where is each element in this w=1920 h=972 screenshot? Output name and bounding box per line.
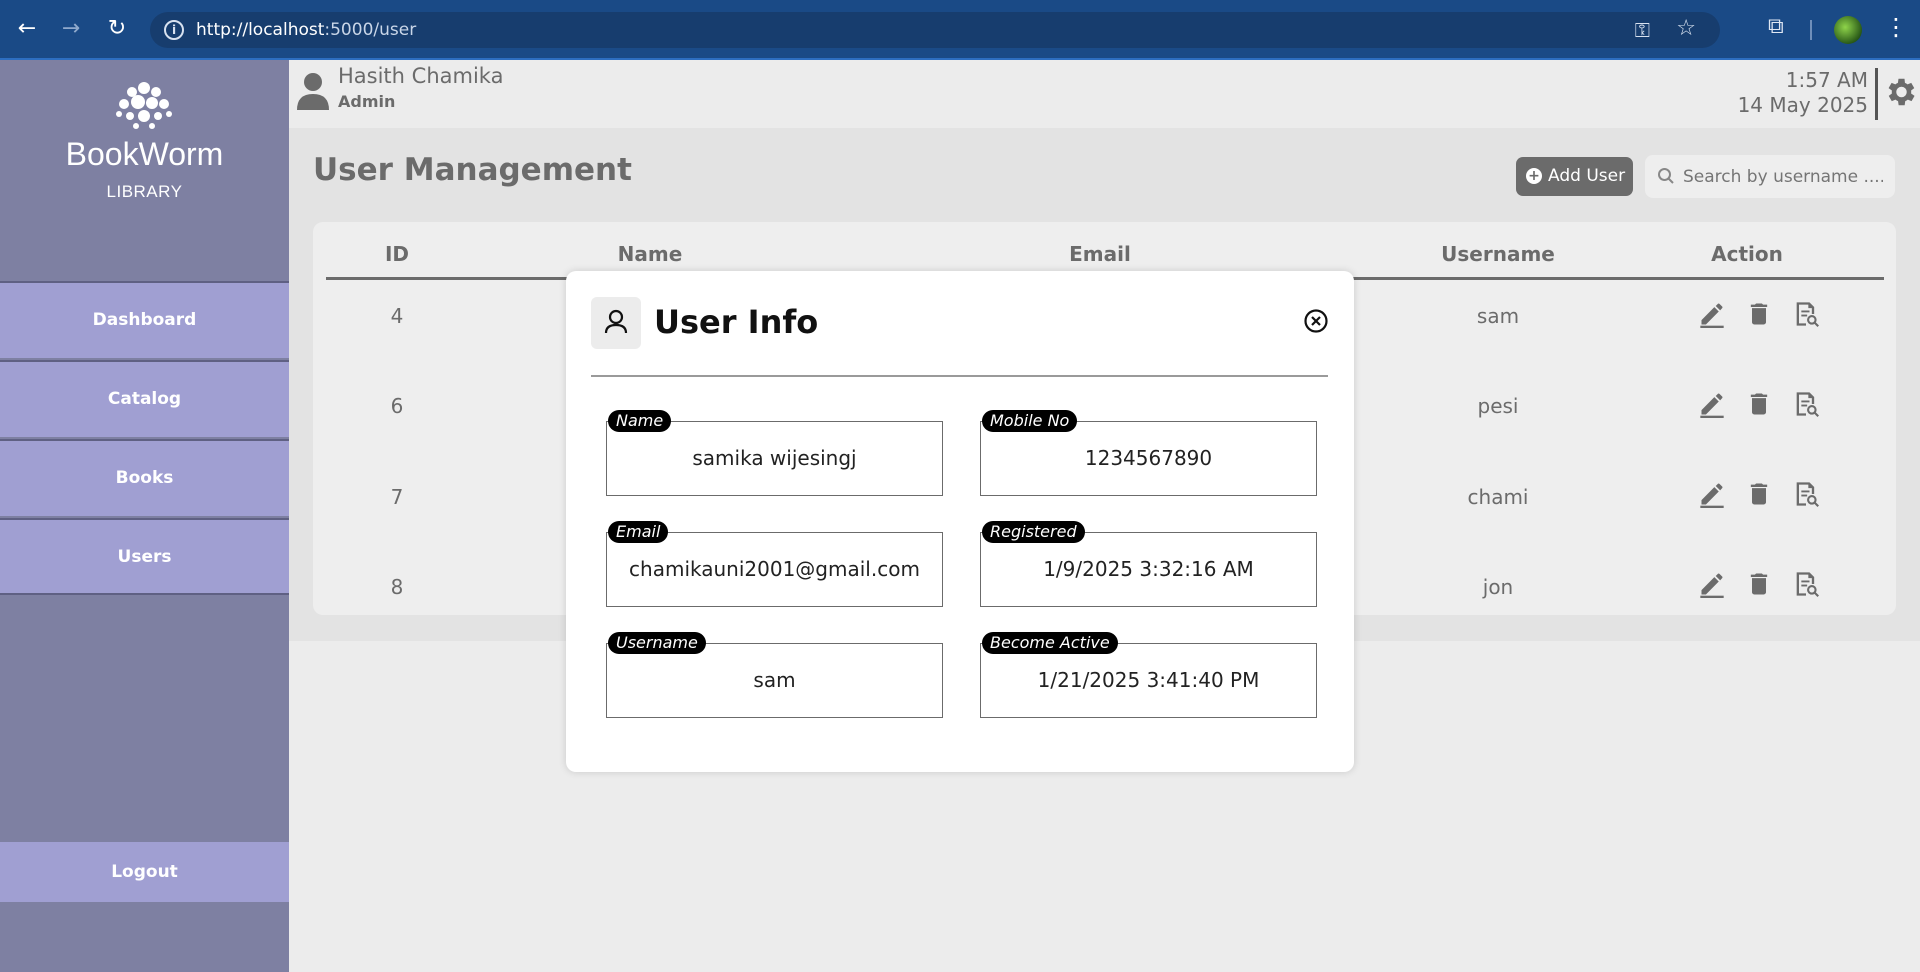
sidebar-item-books[interactable]: Books xyxy=(0,439,289,516)
table-cell-username: jon xyxy=(1482,575,1514,599)
delete-icon[interactable] xyxy=(1745,390,1773,418)
registered-field: Registered 1/9/2025 3:32:16 AM xyxy=(980,521,1317,607)
search-box[interactable] xyxy=(1645,155,1895,198)
email-field: Email chamikauni2001@gmail.com xyxy=(606,521,943,607)
add-user-button[interactable]: + Add User xyxy=(1516,157,1633,196)
brand-subtitle: LIBRARY xyxy=(106,182,183,201)
sidebar-item-users[interactable]: Users xyxy=(0,518,289,595)
current-time: 1:57 AM xyxy=(1785,68,1868,92)
table-cell-username: pesi xyxy=(1477,394,1519,418)
table-cell-id: 8 xyxy=(390,575,404,599)
user-role: Admin xyxy=(338,92,396,111)
key-icon[interactable]: ⚿ xyxy=(1635,18,1650,42)
menu-icon[interactable]: ⋮ xyxy=(1884,12,1908,42)
mobile-field: Mobile No 1234567890 xyxy=(980,410,1317,496)
become-active-field: Become Active 1/21/2025 3:41:40 PM xyxy=(980,632,1317,718)
username-field: Username sam xyxy=(606,632,943,718)
address-bar[interactable]: i http://localhost:5000/user ⚿ ☆ xyxy=(150,12,1720,48)
sidebar-item-dashboard[interactable]: Dashboard xyxy=(0,281,289,358)
star-icon[interactable]: ☆ xyxy=(1676,16,1696,41)
edit-icon[interactable] xyxy=(1698,480,1726,508)
reload-icon[interactable]: ↻ xyxy=(102,14,132,44)
registered-label: Registered xyxy=(982,521,1085,543)
logout-button[interactable]: Logout xyxy=(0,842,289,902)
column-header-action: Action xyxy=(1711,242,1783,266)
toolbar-divider xyxy=(1810,20,1812,40)
become-active-value: 1/21/2025 3:41:40 PM xyxy=(1037,668,1260,692)
person-icon xyxy=(604,309,628,334)
view-icon[interactable] xyxy=(1792,480,1820,508)
sidebar-item-catalog[interactable]: Catalog xyxy=(0,360,289,437)
name-field: Name samika wijesingj xyxy=(606,410,943,496)
delete-icon[interactable] xyxy=(1745,480,1773,508)
email-value: chamikauni2001@gmail.com xyxy=(629,557,920,581)
current-date: 14 May 2025 xyxy=(1737,93,1868,117)
user-avatar-icon xyxy=(297,73,329,110)
view-icon[interactable] xyxy=(1792,300,1820,328)
user-name: Hasith Chamika xyxy=(338,64,504,88)
forward-icon[interactable]: → xyxy=(56,14,86,44)
sidebar: BookWorm LIBRARY Dashboard Catalog Books… xyxy=(0,60,289,972)
table-cell-id: 7 xyxy=(390,485,404,509)
delete-icon[interactable] xyxy=(1745,570,1773,598)
table-cell-id: 6 xyxy=(390,394,404,418)
column-header-email: Email xyxy=(1069,242,1131,266)
email-label: Email xyxy=(608,521,669,543)
name-value: samika wijesingj xyxy=(692,446,857,470)
profile-icon[interactable] xyxy=(1834,16,1862,44)
mobile-value: 1234567890 xyxy=(1084,446,1213,470)
top-header: Hasith Chamika Admin 1:57 AM 14 May 2025 xyxy=(289,60,1920,128)
column-header-username: Username xyxy=(1441,242,1555,266)
table-cell-username: chami xyxy=(1467,485,1529,509)
back-icon[interactable]: ← xyxy=(12,14,42,44)
delete-icon[interactable] xyxy=(1745,300,1773,328)
extensions-icon[interactable]: ⧉ xyxy=(1768,14,1784,39)
add-user-label: Add User xyxy=(1548,166,1626,186)
plus-icon: + xyxy=(1526,168,1542,184)
search-icon xyxy=(1658,168,1674,184)
edit-icon[interactable] xyxy=(1698,570,1726,598)
site-info-icon[interactable]: i xyxy=(164,20,184,40)
browser-toolbar: ← → ↻ i http://localhost:5000/user ⚿ ☆ ⧉… xyxy=(0,0,1920,60)
edit-icon[interactable] xyxy=(1698,300,1726,328)
table-cell-username: sam xyxy=(1476,304,1520,328)
header-divider xyxy=(1875,68,1878,120)
search-input[interactable] xyxy=(1683,165,1883,189)
modal-divider xyxy=(591,375,1328,377)
mobile-label: Mobile No xyxy=(982,410,1078,432)
modal-title: User Info xyxy=(654,303,819,341)
url-text: http://localhost:5000/user xyxy=(196,20,417,40)
edit-icon[interactable] xyxy=(1698,390,1726,418)
user-info-modal: User Info Name samika wijesingj Mobile N… xyxy=(566,271,1354,772)
column-header-name: Name xyxy=(617,242,683,266)
registered-value: 1/9/2025 3:32:16 AM xyxy=(1043,557,1254,581)
username-label: Username xyxy=(608,632,706,654)
view-icon[interactable] xyxy=(1792,390,1820,418)
become-active-label: Become Active xyxy=(982,632,1118,654)
username-value: sam xyxy=(753,668,796,692)
view-icon[interactable] xyxy=(1792,570,1820,598)
modal-icon-box xyxy=(591,297,641,349)
close-icon[interactable] xyxy=(1303,308,1329,334)
logo-icon xyxy=(116,82,172,129)
brand-title: BookWorm xyxy=(65,136,224,172)
table-cell-id: 4 xyxy=(390,304,404,328)
page-title: User Management xyxy=(313,152,632,188)
gear-icon[interactable] xyxy=(1882,74,1918,110)
column-header-id: ID xyxy=(384,242,410,266)
name-label: Name xyxy=(608,410,672,432)
